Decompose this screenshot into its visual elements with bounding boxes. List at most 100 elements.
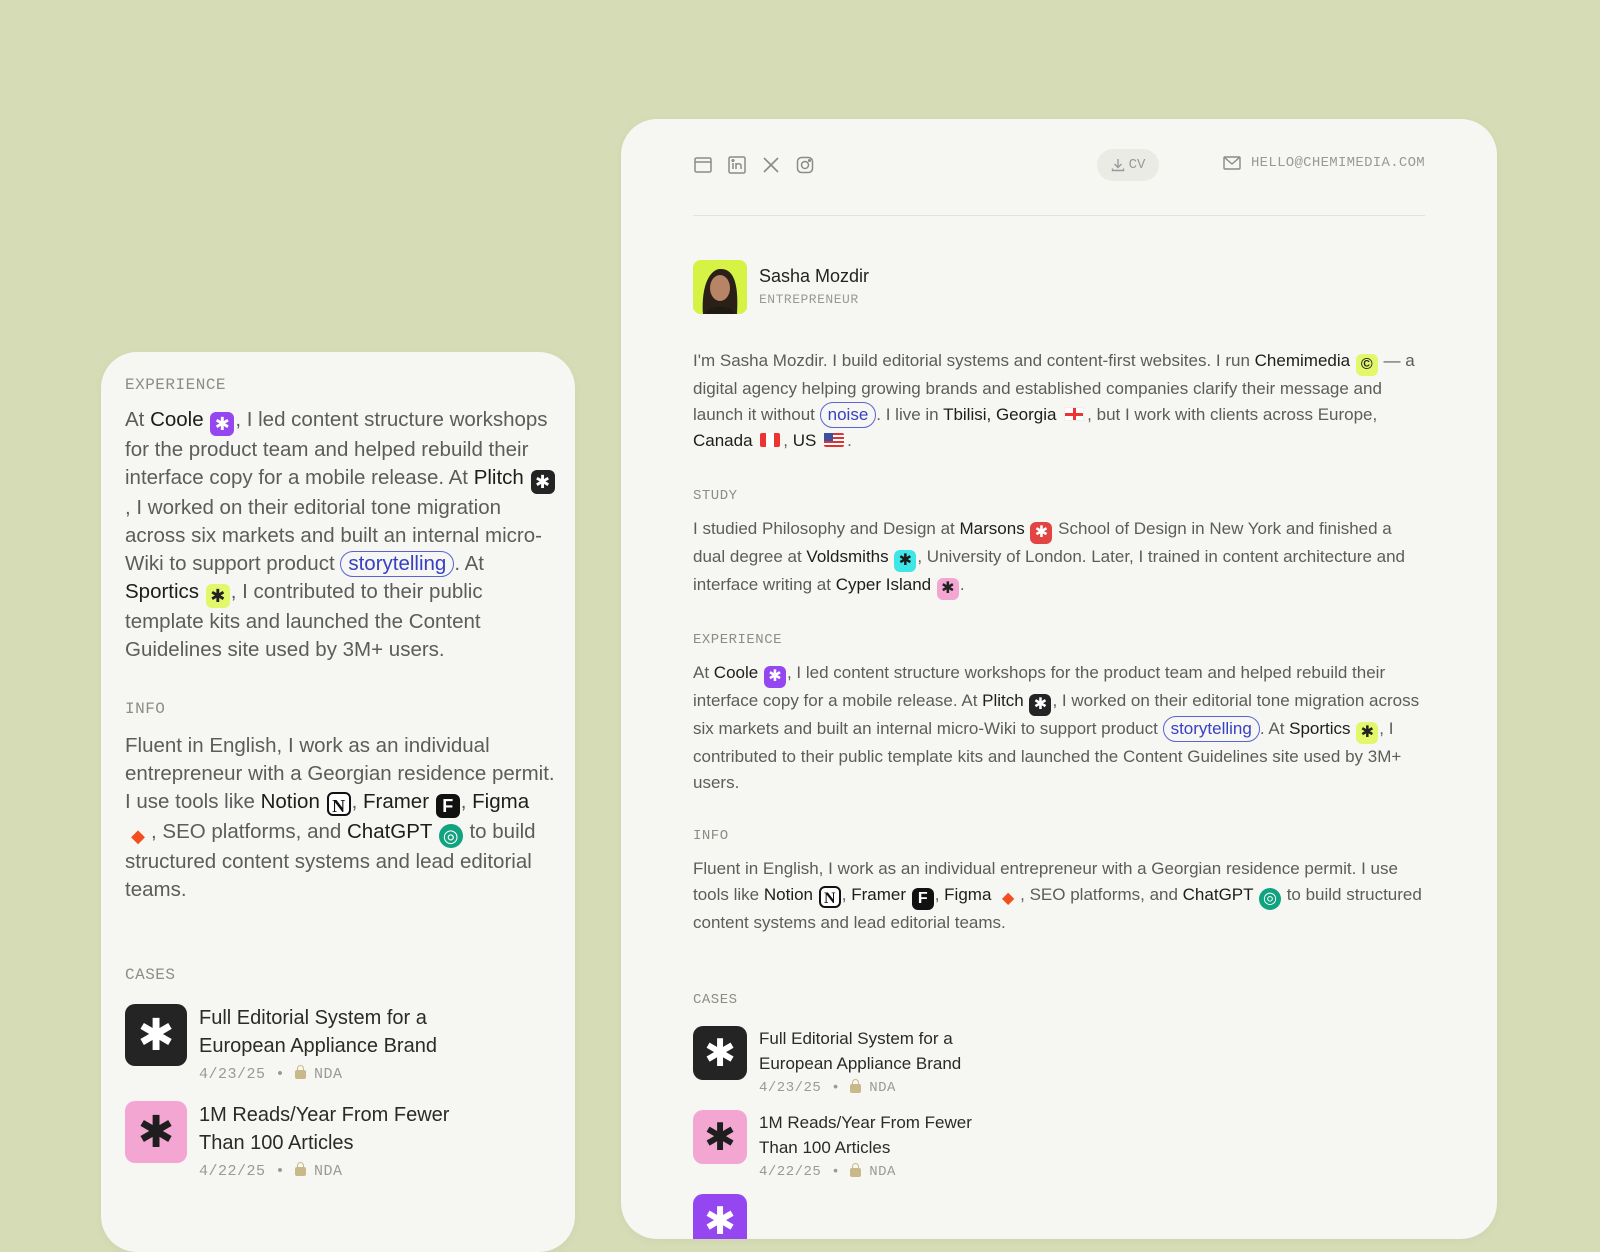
header-bar: CV HELLO@CHEMIMEDIA.COM xyxy=(693,149,1425,216)
case-date: 4/23/25 xyxy=(759,1080,822,1096)
case-meta: 4/23/25 • NDA xyxy=(759,1078,999,1096)
lock-icon xyxy=(295,1065,307,1079)
case-title: Full Editorial System for a European App… xyxy=(759,1029,962,1073)
case-item[interactable]: ✱ 1M Reads/Year From Fewer Than 100 Arti… xyxy=(125,1101,557,1180)
sportics-logo-icon: ✱ xyxy=(205,584,230,608)
case-title: Full Editorial System for a European App… xyxy=(199,1007,437,1057)
cases-label: CASES xyxy=(693,992,738,1008)
profile: Sasha Mozdir ENTREPRENEUR xyxy=(693,260,1425,316)
coole-link[interactable]: Coole xyxy=(714,663,758,682)
marsons-link[interactable]: Marsons xyxy=(960,519,1025,538)
asterisk-icon: ✱ xyxy=(693,1194,747,1239)
info-label: INFO xyxy=(693,828,729,844)
case-item[interactable]: ✱ Full Editorial System for a European A… xyxy=(125,1004,557,1083)
case-meta: 4/22/25 • NDA xyxy=(199,1162,479,1180)
coole-link[interactable]: Coole xyxy=(150,408,204,431)
asterisk-icon: ✱ xyxy=(125,1004,187,1066)
sportics-link[interactable]: Sportics xyxy=(1289,719,1350,738)
mail-icon xyxy=(1223,156,1241,170)
notion-icon: N xyxy=(818,886,841,908)
download-icon xyxy=(1111,159,1124,172)
meta-separator: • xyxy=(831,1080,841,1096)
case-date: 4/23/25 xyxy=(199,1066,266,1083)
email-text: HELLO@CHEMIMEDIA.COM xyxy=(1250,155,1425,171)
intro-text: I'm Sasha Mozdir. I build editorial syst… xyxy=(693,351,1415,450)
chatgpt-link[interactable]: ChatGPT xyxy=(1183,885,1254,904)
case-meta: 4/22/25 • NDA xyxy=(759,1162,999,1180)
study-label: STUDY xyxy=(693,488,738,504)
framer-link[interactable]: Framer xyxy=(363,790,429,813)
profile-name: Sasha Mozdir xyxy=(759,266,870,286)
chatgpt-link[interactable]: ChatGPT xyxy=(347,820,432,843)
study-text: I studied Philosophy and Design at Marso… xyxy=(693,516,1425,600)
case-title: 1M Reads/Year From Fewer Than 100 Articl… xyxy=(199,1104,450,1154)
plitch-link[interactable]: Plitch xyxy=(982,691,1024,710)
coole-logo-icon: ✱ xyxy=(763,666,786,688)
asterisk-icon: ✱ xyxy=(693,1110,747,1164)
case-title: 1M Reads/Year From Fewer Than 100 Articl… xyxy=(759,1113,972,1157)
lock-icon xyxy=(295,1162,307,1176)
info-text: Fluent in English, I work as an individu… xyxy=(693,859,1422,932)
case-tag: NDA xyxy=(869,1080,896,1096)
cyper-island-link[interactable]: Cyper Island xyxy=(836,575,931,594)
experience-label: EXPERIENCE xyxy=(693,632,783,648)
email-link[interactable]: HELLO@CHEMIMEDIA.COM xyxy=(1223,155,1425,171)
chemimedia-logo-icon: © xyxy=(1355,354,1378,376)
case-item[interactable]: ✱ 1M Reads/Year From Fewer Than 100 Arti… xyxy=(693,1110,1425,1180)
framer-link[interactable]: Framer xyxy=(851,885,906,904)
avatar xyxy=(693,260,747,314)
info-label: INFO xyxy=(125,700,166,718)
instagram-icon[interactable] xyxy=(795,155,815,175)
marsons-logo-icon: ✱ xyxy=(1030,522,1053,544)
meta-separator: • xyxy=(275,1066,286,1083)
figma-link[interactable]: Figma xyxy=(472,790,529,813)
tbilisi-text: Tbilisi, Georgia xyxy=(943,405,1057,424)
georgia-flag-icon xyxy=(1064,407,1085,421)
sportics-link[interactable]: Sportics xyxy=(125,580,199,603)
x-icon[interactable] xyxy=(761,155,781,175)
asterisk-icon: ✱ xyxy=(125,1101,187,1163)
social-links xyxy=(693,155,815,175)
us-flag-icon xyxy=(824,433,845,447)
figma-icon: ◆ xyxy=(131,826,145,846)
experience-text: At Coole ✱, I led content structure work… xyxy=(125,406,557,664)
window-icon[interactable] xyxy=(693,155,713,175)
experience-text: At Coole ✱, I led content structure work… xyxy=(693,663,1420,792)
chemimedia-link[interactable]: Chemimedia xyxy=(1255,351,1350,370)
voldsmiths-link[interactable]: Voldsmiths xyxy=(806,547,888,566)
plitch-link[interactable]: Plitch xyxy=(474,466,524,489)
canada-text: Canada xyxy=(693,431,753,450)
figma-icon: ◆ xyxy=(1001,890,1015,907)
plitch-logo-icon: ✱ xyxy=(1029,694,1052,716)
case-tag: NDA xyxy=(869,1164,896,1180)
profile-role: ENTREPRENEUR xyxy=(759,292,859,307)
notion-link[interactable]: Notion xyxy=(764,885,813,904)
case-date: 4/22/25 xyxy=(759,1164,822,1180)
desktop-preview-card: CV HELLO@CHEMIMEDIA.COM Sasha Mozdir ENT… xyxy=(621,119,1497,1239)
notion-icon: N xyxy=(326,792,351,816)
lock-icon xyxy=(850,1078,862,1093)
case-tag: NDA xyxy=(314,1066,343,1083)
linkedin-icon[interactable] xyxy=(727,155,747,175)
case-item-partial[interactable]: ✱ xyxy=(693,1194,1425,1239)
case-date: 4/22/25 xyxy=(199,1163,266,1180)
meta-separator: • xyxy=(831,1164,841,1180)
framer-icon: F xyxy=(435,794,460,818)
download-cv-button[interactable]: CV xyxy=(1097,149,1159,181)
noise-tag[interactable]: noise xyxy=(819,402,877,428)
notion-link[interactable]: Notion xyxy=(261,790,320,813)
storytelling-tag[interactable]: storytelling xyxy=(340,551,455,577)
storytelling-tag[interactable]: storytelling xyxy=(1162,716,1260,742)
cv-label: CV xyxy=(1128,157,1146,173)
figma-link[interactable]: Figma xyxy=(944,885,991,904)
cyper-island-logo-icon: ✱ xyxy=(936,578,959,600)
voldsmiths-logo-icon: ✱ xyxy=(894,550,917,572)
info-text: Fluent in English, I work as an individu… xyxy=(125,734,555,901)
cases-label: CASES xyxy=(125,966,176,984)
us-text: US xyxy=(792,431,817,450)
case-meta: 4/23/25 • NDA xyxy=(199,1065,479,1083)
case-item[interactable]: ✱ Full Editorial System for a European A… xyxy=(693,1026,1425,1096)
case-tag: NDA xyxy=(314,1163,343,1180)
framer-icon: F xyxy=(911,888,934,910)
canada-flag-icon xyxy=(760,433,781,447)
